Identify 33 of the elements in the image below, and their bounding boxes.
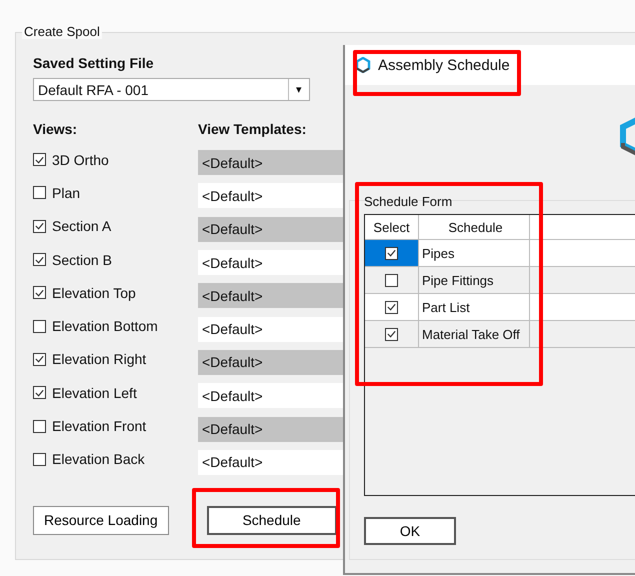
row-checkbox[interactable] [385, 274, 398, 286]
view-checkbox[interactable]: Section B [33, 252, 198, 268]
ok-button[interactable]: OK [364, 517, 456, 545]
select-cell[interactable] [365, 321, 419, 348]
view-checkbox[interactable]: Elevation Top [33, 284, 198, 301]
column-header: Views: [33, 121, 78, 139]
action-button[interactable]: Schedule [206, 506, 337, 535]
row-checkbox[interactable] [385, 300, 398, 314]
field-label: Saved Setting File [33, 55, 154, 71]
app-logo-icon [355, 57, 371, 73]
view-checkbox[interactable]: Elevation Front [33, 418, 198, 434]
view-checkbox[interactable]: 3D Ortho [33, 152, 198, 168]
view-checkbox[interactable]: Plan [33, 184, 198, 201]
check-icon [386, 301, 397, 313]
view-checkbox[interactable]: Elevation Left [33, 384, 198, 401]
view-checkbox[interactable]: Elevation Bottom [33, 318, 198, 334]
view-checkbox[interactable]: Elevation Back [33, 451, 198, 468]
select-cell[interactable] [365, 240, 419, 267]
check-icon [386, 247, 397, 259]
view-checkbox[interactable]: Elevation Right [33, 351, 198, 368]
row-checkbox[interactable] [385, 328, 398, 340]
action-button[interactable]: Resource Loading [33, 506, 169, 535]
row-checkbox[interactable] [385, 246, 398, 260]
window-title: Assembly Schedule [378, 56, 510, 74]
table-cell: Material Take Off [419, 321, 530, 348]
check-icon [34, 353, 45, 366]
check-icon [34, 220, 45, 232]
column-header: View Templates: [198, 121, 306, 139]
check-icon [386, 328, 397, 340]
group-title: Create Spool [22, 24, 102, 39]
view-checkbox[interactable]: Section A [33, 218, 198, 234]
settings-dropdown[interactable]: Default RFA - 001 ▾ [33, 78, 310, 101]
group-title: Schedule Form [364, 194, 452, 209]
